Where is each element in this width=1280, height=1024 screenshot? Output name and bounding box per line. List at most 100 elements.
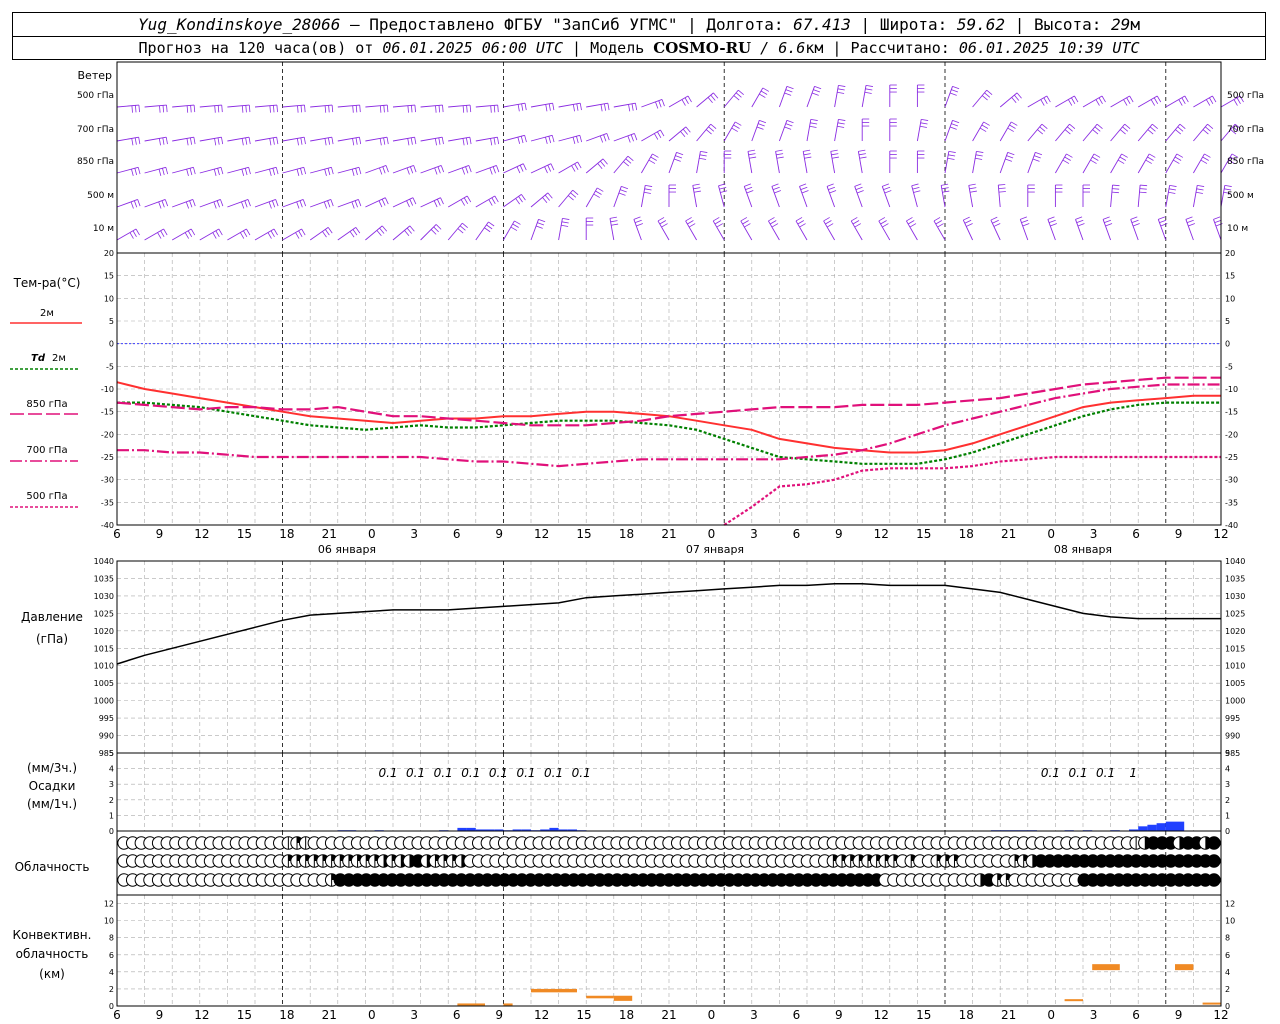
wind-barb-feather <box>296 169 300 176</box>
wind-barb-feather <box>705 129 712 135</box>
wind-barb-feather <box>132 230 137 238</box>
wind-barb-feather <box>858 153 866 156</box>
wind-barb-feather <box>864 91 872 94</box>
wind-barb-feather <box>830 149 838 152</box>
wind-barb-feather <box>609 216 617 219</box>
wind-barb-feather <box>604 103 607 111</box>
wind-barb-feather <box>359 137 362 145</box>
wind-barb-feather <box>190 105 192 113</box>
wind-barb-feather <box>625 158 632 164</box>
wind-barb-feather <box>379 227 385 234</box>
wind-barb-feather <box>331 167 334 175</box>
wind-barb-feather <box>882 223 889 228</box>
y-tick-label: -10 <box>101 385 114 394</box>
wind-barb-feather <box>1069 123 1076 129</box>
wind-level-label: 10 м <box>93 224 114 234</box>
y-tick-label: 6 <box>109 951 114 960</box>
wind-barb-feather <box>710 94 716 101</box>
x-tick-label-bottom: 12 <box>534 1008 549 1022</box>
wind-barb-feather <box>410 137 413 145</box>
wind-barb-feather <box>325 229 330 236</box>
wind-barb-feather <box>776 156 784 159</box>
x-tick-label-bottom: 6 <box>793 1008 801 1022</box>
wind-barb-feather <box>1064 129 1071 135</box>
wind-barb-feather <box>1039 126 1046 132</box>
wind-barb-feather <box>517 137 521 144</box>
wind-barb-feather <box>913 190 921 193</box>
wind-barb-feather <box>468 165 472 173</box>
wind-barb-feather <box>708 126 715 132</box>
wind-barb-feather <box>1131 219 1139 224</box>
wind-barb-feather <box>466 195 472 203</box>
wind-barb-feather <box>952 85 960 90</box>
wind-barb-feather <box>951 89 959 93</box>
wind-barb-feather <box>707 97 713 104</box>
wind-barb-feather <box>687 220 694 225</box>
wind-barb <box>696 123 712 142</box>
wind-barb-feather <box>576 136 579 144</box>
wind-barb-feather <box>331 137 334 145</box>
wind-barb <box>771 186 780 208</box>
x-tick-label-bottom: 21 <box>322 1008 337 1022</box>
y-tick-label-right: 10 <box>1225 294 1235 303</box>
wind-barb-feather <box>409 166 414 174</box>
wind-barb-feather <box>158 169 162 176</box>
wind-barb-feather <box>1139 191 1147 194</box>
wind-barb <box>1110 185 1113 208</box>
precip-label: 0.1 <box>461 766 480 780</box>
y-tick-label-right: 15 <box>1225 272 1235 281</box>
wind-barb-feather <box>404 230 410 237</box>
wind-barb-feather <box>1006 155 1014 159</box>
wind-barb <box>1165 123 1181 142</box>
y-tick-label: 1040 <box>94 557 114 566</box>
wind-barb-feather <box>643 191 651 194</box>
wind-barb-feather <box>134 168 138 176</box>
wind-barb-feather <box>1090 159 1097 164</box>
wind-barb-feather <box>1224 188 1232 191</box>
wind-barb-feather <box>466 137 469 145</box>
wind-barb-feather <box>245 137 248 145</box>
y-tick-label-right: 995 <box>1225 714 1240 723</box>
wind-barb-feather <box>595 190 602 195</box>
wind-barb-feather <box>355 137 358 145</box>
convective-bar <box>1175 964 1194 971</box>
wind-barb-feather <box>295 232 300 239</box>
wind-barb-feather <box>951 123 959 127</box>
wind-barb-feather <box>1173 159 1180 164</box>
wind-barb-feather <box>322 231 327 238</box>
legend-850-label: 850 гПа <box>26 399 67 410</box>
wind-barb-feather <box>1181 97 1186 105</box>
wind-barb-feather <box>358 167 362 175</box>
wind-barb-feather <box>1046 95 1051 103</box>
wind-barb-feather <box>688 223 696 228</box>
wind-barb-feather <box>296 201 300 209</box>
wind-level-label-right: 700 гПа <box>1227 125 1264 135</box>
precip-label: 0.1 <box>1041 766 1060 780</box>
cloud-symbol <box>1207 836 1221 850</box>
wind-barb-feather <box>276 105 278 113</box>
wind-barb-feather <box>186 105 189 113</box>
cloud-symbol <box>1207 873 1221 887</box>
wind-barb <box>116 199 138 208</box>
precip-label: 0.1 <box>434 766 453 780</box>
wind-barb-feather <box>386 105 389 113</box>
wind-barb-feather <box>1177 126 1184 132</box>
wind-barb <box>1019 219 1029 241</box>
wind-barb-feather <box>981 95 988 101</box>
wind-barb-feather <box>627 135 631 143</box>
wind-barb-feather <box>378 200 383 208</box>
wind-barb-feather <box>463 197 469 205</box>
wind-barb-feather <box>162 168 165 176</box>
wind-barb-feather <box>1020 216 1027 220</box>
wind-barb-feather <box>659 220 667 225</box>
wind-barb-feather <box>462 222 468 228</box>
conv-unit: (км) <box>39 967 65 981</box>
precip-label: 0.1 <box>1068 766 1087 780</box>
wind-barb-feather <box>731 127 738 132</box>
wind-barb-feather <box>244 200 248 208</box>
y-tick-label: -25 <box>101 453 114 462</box>
y-tick-label-right: 990 <box>1225 732 1240 741</box>
wind-barb-feather <box>494 195 499 203</box>
wind-barb-feather <box>1033 155 1041 159</box>
wind-barb-feather <box>469 105 472 113</box>
